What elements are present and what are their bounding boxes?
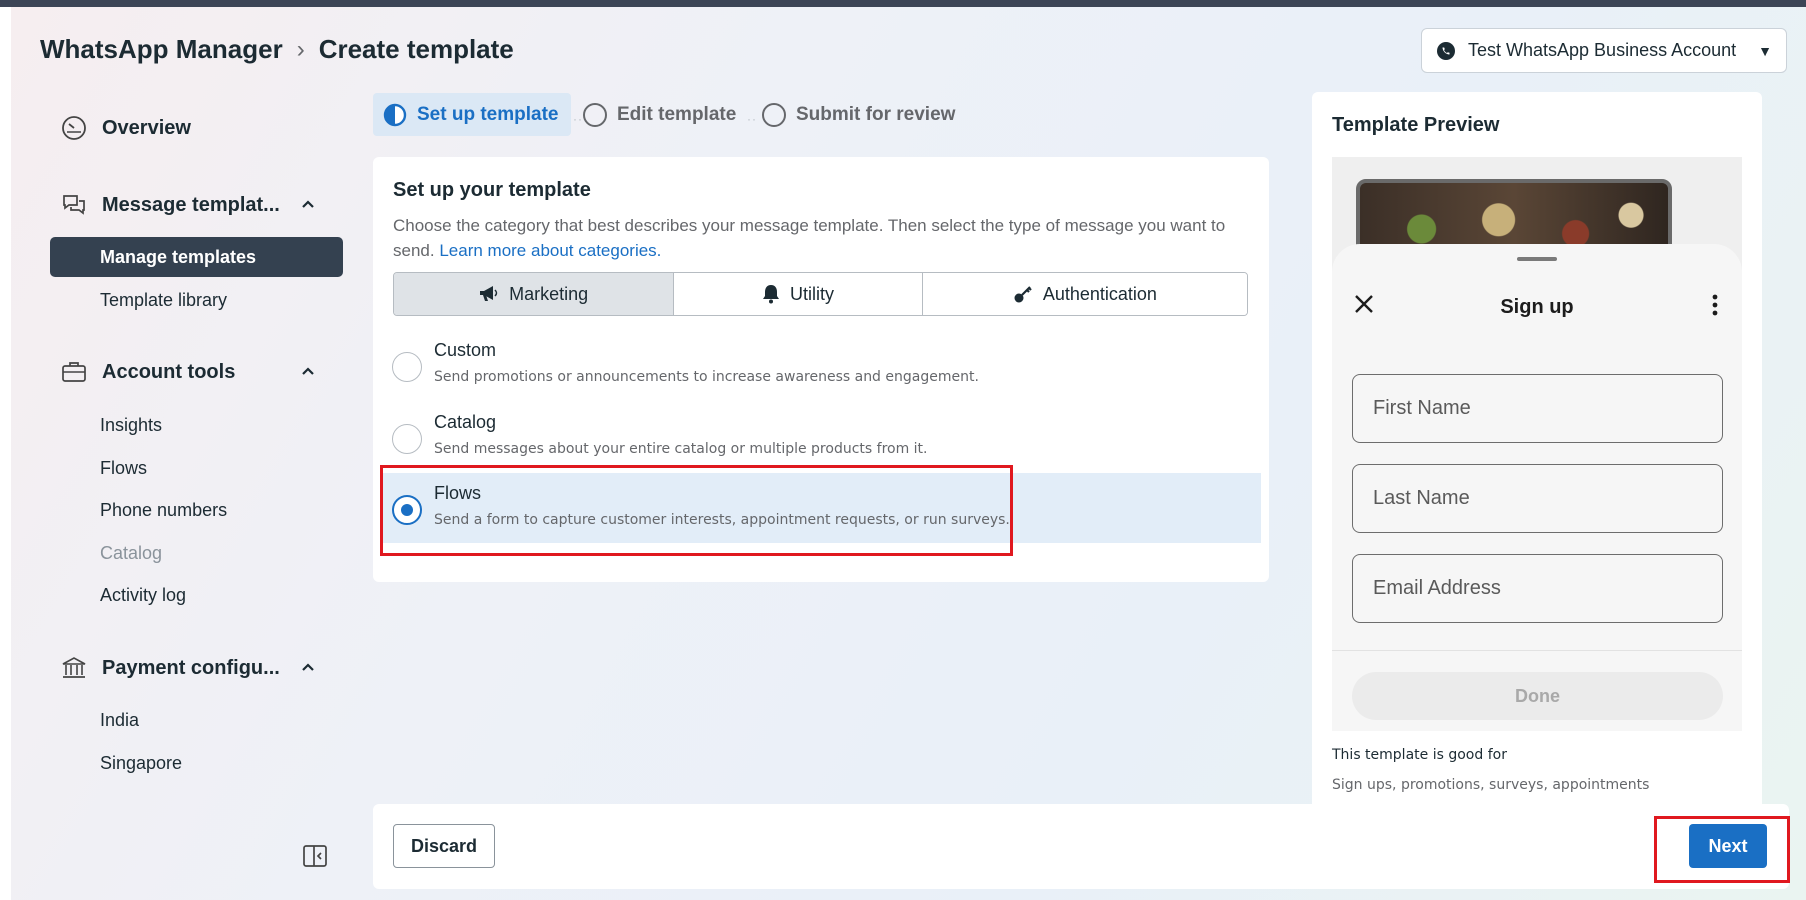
- half-circle-icon: [383, 103, 407, 126]
- empty-circle-icon: [583, 102, 607, 127]
- breadcrumb-root[interactable]: WhatsApp Manager: [40, 34, 283, 65]
- setup-description: Choose the category that best describes …: [393, 216, 1226, 260]
- step-edit-template[interactable]: Edit template: [583, 93, 736, 136]
- chevron-up-icon[interactable]: [300, 363, 316, 379]
- sidebar-item-template-library[interactable]: Template library: [100, 290, 227, 311]
- whatsapp-icon: [1437, 41, 1455, 60]
- sidebar-item-message-templates[interactable]: Message templat...: [60, 191, 280, 219]
- chevron-right-icon: ›: [296, 35, 305, 63]
- sidebar-item-singapore[interactable]: Singapore: [100, 753, 182, 774]
- bank-icon: [60, 654, 88, 682]
- sidebar-item-flows[interactable]: Flows: [100, 458, 147, 479]
- left-edge: [0, 7, 11, 900]
- option-title: Custom: [434, 340, 497, 360]
- discard-button[interactable]: Discard: [393, 824, 495, 868]
- sidebar-item-payment-config[interactable]: Payment configu...: [60, 654, 280, 682]
- step-label: Set up template: [417, 103, 559, 125]
- highlight-box-flows: [380, 465, 1013, 556]
- preview-field-first-name: First Name: [1352, 374, 1723, 443]
- megaphone-icon: [480, 286, 498, 301]
- option-description: Send messages about your entire catalog …: [434, 441, 928, 457]
- preview-done-button: Done: [1352, 672, 1723, 720]
- sidebar-item-catalog: Catalog: [100, 543, 163, 563]
- preview-title: Template Preview: [1332, 114, 1500, 136]
- good-for-value: Sign ups, promotions, surveys, appointme…: [1332, 777, 1650, 793]
- phone-preview: Sign up First Name Last Name Email Addre…: [1332, 157, 1742, 731]
- chevron-up-icon[interactable]: [300, 659, 316, 675]
- option-description: Send promotions or announcements to incr…: [434, 369, 979, 385]
- account-label: Test WhatsApp Business Account: [1468, 40, 1737, 60]
- highlight-box-next: [1654, 816, 1790, 883]
- collapse-sidebar-icon[interactable]: [302, 843, 328, 869]
- gauge-icon: [60, 114, 88, 142]
- chat-bubbles-icon: [60, 191, 88, 219]
- sidebar-item-phone-numbers[interactable]: Phone numbers: [100, 500, 227, 521]
- learn-more-link[interactable]: Learn more about categories.: [439, 241, 661, 260]
- preview-field-email: Email Address: [1352, 554, 1723, 623]
- template-preview-panel: Template Preview Sign up First Name Last…: [1312, 92, 1762, 812]
- action-bar: Discard Next: [373, 804, 1789, 889]
- account-selector-button[interactable]: Test WhatsApp Business Account ▼: [1421, 28, 1787, 73]
- category-tabs: Marketing Utility Authentication: [393, 272, 1248, 316]
- chevron-up-icon[interactable]: [300, 196, 316, 212]
- good-for-label: This template is good for: [1332, 747, 1507, 763]
- flow-sheet: Sign up First Name Last Name Email Addre…: [1332, 244, 1742, 731]
- empty-circle-icon: [762, 102, 786, 127]
- tab-authentication[interactable]: Authentication: [922, 273, 1247, 315]
- tab-utility[interactable]: Utility: [674, 273, 923, 315]
- key-icon: [1014, 286, 1032, 303]
- step-connector: ··: [747, 112, 757, 126]
- breadcrumb: WhatsApp Manager › Create template: [40, 34, 514, 65]
- step-label: Edit template: [617, 103, 737, 125]
- option-title: Catalog: [434, 412, 497, 432]
- sidebar-item-label: Account tools: [102, 360, 236, 383]
- sidebar-item-account-tools[interactable]: Account tools: [60, 358, 235, 386]
- preview-field-last-name: Last Name: [1352, 464, 1723, 533]
- page-title: Create template: [318, 34, 514, 64]
- drag-handle: [1517, 257, 1557, 261]
- more-vertical-icon: [1712, 294, 1718, 316]
- step-submit-for-review[interactable]: Submit for review: [762, 93, 955, 136]
- radio-custom[interactable]: [392, 352, 422, 382]
- radio-catalog[interactable]: [392, 424, 422, 454]
- setup-title: Set up your template: [393, 179, 591, 201]
- sidebar-item-manage-templates[interactable]: Manage templates: [50, 237, 343, 277]
- sidebar-item-activity-log[interactable]: Activity log: [100, 585, 186, 606]
- sidebar-item-overview[interactable]: Overview: [60, 114, 191, 142]
- caret-down-icon: ▼: [1758, 42, 1772, 59]
- bell-icon: [763, 285, 780, 304]
- step-connector: ··: [573, 112, 583, 126]
- sidebar-item-label: Payment configu...: [102, 656, 280, 679]
- top-bar: [0, 0, 1806, 7]
- sidebar-item-insights[interactable]: Insights: [100, 415, 162, 436]
- sidebar-item-label: Overview: [102, 116, 191, 139]
- option-catalog[interactable]: Catalog Send messages about your entire …: [380, 402, 1261, 472]
- sidebar-item-india[interactable]: India: [100, 710, 139, 731]
- divider: [1332, 650, 1742, 651]
- briefcase-icon: [60, 358, 88, 386]
- step-set-up-template[interactable]: Set up template: [373, 93, 571, 136]
- sheet-title: Sign up: [1500, 296, 1574, 318]
- tab-marketing[interactable]: Marketing: [394, 273, 675, 315]
- step-label: Submit for review: [796, 103, 956, 125]
- option-custom[interactable]: Custom Send promotions or announcements …: [380, 330, 1261, 400]
- sidebar-item-label: Message templat...: [102, 193, 280, 216]
